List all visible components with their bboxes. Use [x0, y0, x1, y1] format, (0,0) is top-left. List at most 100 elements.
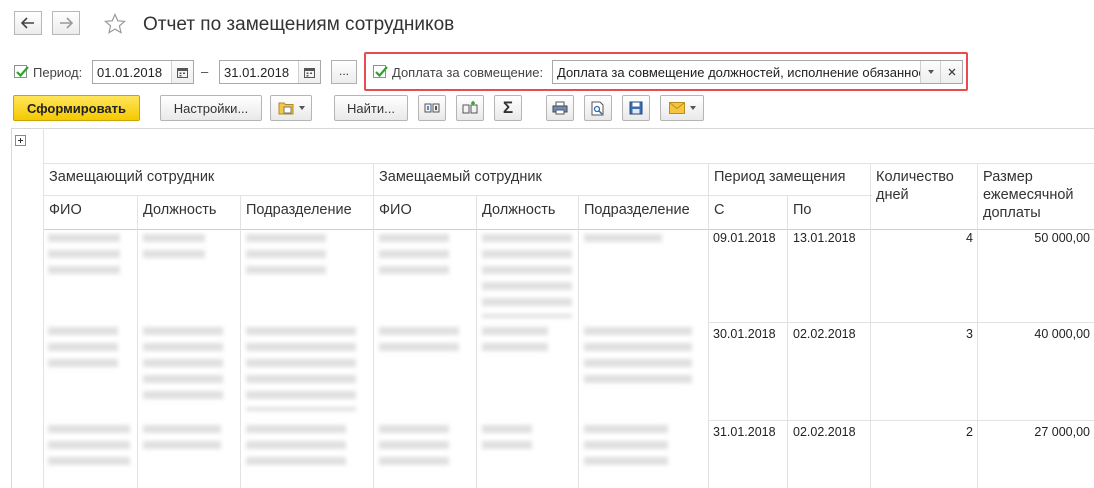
chevron-down-icon	[927, 70, 934, 74]
row1-days: 4	[966, 231, 973, 245]
checkmark-icon	[375, 66, 388, 78]
header-department-replacing: Подразделение	[246, 202, 352, 218]
variant-menu-button[interactable]	[270, 95, 312, 121]
obscured-text	[246, 327, 356, 411]
header-fio-replaced: ФИО	[379, 202, 412, 218]
preview-button[interactable]	[584, 95, 612, 121]
date-to-field[interactable]: 31.01.2018	[219, 60, 321, 84]
print-button[interactable]	[546, 95, 574, 121]
row2-date-from: 30.01.2018	[713, 327, 776, 341]
header-replacing-employee: Замещающий сотрудник	[49, 169, 215, 185]
star-icon[interactable]	[103, 12, 127, 36]
obscured-text	[482, 425, 532, 449]
period-select-button[interactable]: ...	[331, 60, 357, 84]
forward-button[interactable]	[52, 11, 80, 35]
chevron-down-icon	[689, 106, 696, 110]
column-separator	[787, 195, 788, 488]
obscured-text	[143, 327, 223, 399]
floppy-disk-icon	[629, 101, 643, 115]
checkmark-icon	[16, 66, 29, 78]
header-monthly-payment: Размер ежемесячной доплаты	[983, 169, 1074, 221]
report-top-border	[11, 128, 1094, 129]
settings-button[interactable]: Настройки...	[160, 95, 262, 121]
row3-amount: 27 000,00	[1034, 425, 1090, 439]
calendar-icon	[177, 67, 188, 78]
folder-icon	[278, 102, 293, 115]
back-button[interactable]	[14, 11, 42, 35]
generate-button[interactable]: Сформировать	[13, 95, 140, 121]
envelope-icon	[668, 102, 685, 114]
page-title: Отчет по замещениям сотрудников	[143, 14, 455, 35]
calendar-icon	[304, 67, 315, 78]
calendar-button[interactable]	[298, 61, 320, 83]
date-from-field[interactable]: 01.01.2018	[92, 60, 194, 84]
obscured-text	[482, 327, 548, 351]
obscured-text	[379, 425, 449, 465]
header-fio-replacing: ФИО	[49, 202, 82, 218]
find-button[interactable]: Найти...	[334, 95, 408, 121]
header-separator	[44, 163, 1094, 164]
obscured-text	[482, 234, 572, 318]
date-from-value[interactable]: 01.01.2018	[93, 65, 171, 80]
row1-date-to: 13.01.2018	[793, 231, 856, 245]
header-position-replaced: Должность	[482, 202, 556, 218]
obscured-text	[379, 327, 459, 351]
doplata-select[interactable]: Доплата за совмещение должностей, исполн…	[552, 60, 963, 84]
column-separator	[870, 163, 871, 488]
column-separator	[708, 163, 709, 488]
save-button[interactable]	[622, 95, 650, 121]
arrow-right-icon	[60, 17, 73, 29]
search-next-button[interactable]	[418, 95, 446, 121]
doplata-value[interactable]: Доплата за совмещение должностей, исполн…	[553, 65, 920, 80]
preview-icon	[591, 101, 604, 115]
obscured-text	[48, 327, 118, 367]
find-plus-icon	[462, 101, 478, 114]
row1-amount: 50 000,00	[1034, 231, 1090, 245]
date-to-value[interactable]: 31.01.2018	[220, 65, 298, 80]
obscured-text	[584, 425, 668, 465]
close-icon	[948, 68, 955, 76]
column-separator	[977, 163, 978, 488]
obscured-text	[143, 234, 205, 258]
doplata-label: Доплата за совмещение:	[392, 65, 544, 80]
row1-date-from: 09.01.2018	[713, 231, 776, 245]
column-separator	[578, 195, 579, 488]
send-mail-button[interactable]	[660, 95, 704, 121]
column-separator	[373, 163, 374, 488]
expand-group-button[interactable]	[15, 135, 26, 146]
obscured-text	[48, 234, 120, 274]
header-days-count: Количество дней	[876, 169, 954, 203]
header-position-replacing: Должность	[143, 202, 217, 218]
date-separator: –	[201, 64, 209, 79]
obscured-text	[143, 425, 221, 449]
header-separator	[44, 229, 1094, 230]
row3-days: 2	[966, 425, 973, 439]
period-checkbox[interactable]	[14, 65, 29, 78]
column-separator	[476, 195, 477, 488]
chevron-down-icon	[298, 106, 305, 110]
row-separator	[708, 322, 1094, 323]
doplata-checkbox[interactable]	[373, 65, 388, 78]
row2-amount: 40 000,00	[1034, 327, 1090, 341]
column-separator	[240, 195, 241, 488]
header-replaced-employee: Замещаемый сотрудник	[379, 169, 542, 185]
clear-button[interactable]	[940, 61, 962, 83]
row-separator	[708, 420, 1094, 421]
row2-date-to: 02.02.2018	[793, 327, 856, 341]
arrow-left-icon	[21, 17, 34, 29]
row3-date-from: 31.01.2018	[713, 425, 776, 439]
find-text-icon	[424, 103, 440, 113]
printer-icon	[552, 101, 568, 115]
sum-button[interactable]: Σ	[494, 95, 522, 121]
report-left-border	[11, 128, 12, 488]
report-group-column-border	[43, 128, 44, 488]
header-period-from: С	[714, 202, 725, 218]
header-replacement-period: Период замещения	[714, 169, 846, 185]
search-settings-button[interactable]	[456, 95, 484, 121]
column-separator	[137, 195, 138, 488]
obscured-text	[584, 234, 662, 244]
dropdown-button[interactable]	[920, 61, 940, 83]
header-department-replaced: Подразделение	[584, 202, 690, 218]
period-label: Период:	[33, 65, 83, 80]
calendar-button[interactable]	[171, 61, 193, 83]
